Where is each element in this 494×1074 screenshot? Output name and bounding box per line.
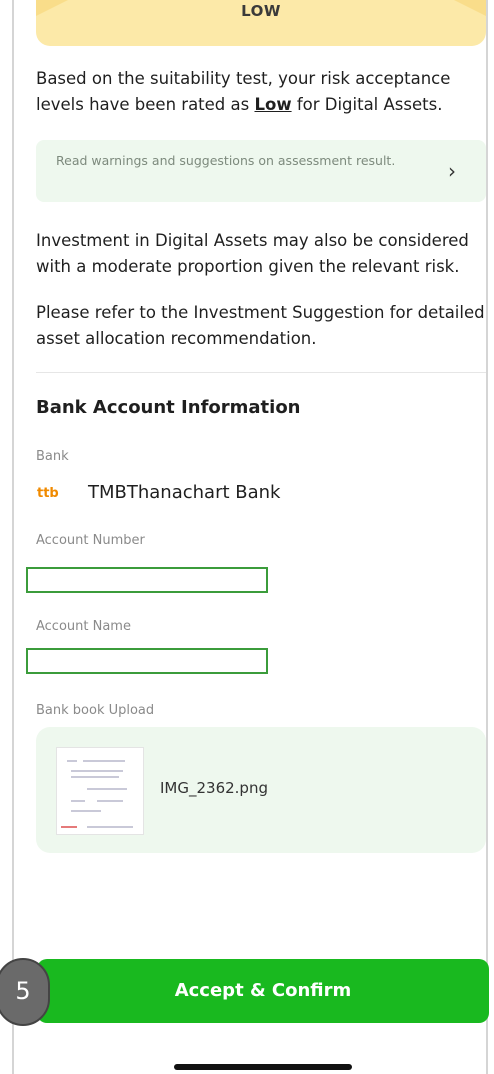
accept-confirm-button[interactable]: Accept & Confirm (37, 959, 489, 1023)
risk-level-label: LOW (241, 2, 281, 20)
screen-frame-left (12, 0, 14, 1074)
bank-section-title: Bank Account Information (36, 397, 301, 418)
chevron-right-icon: › (448, 159, 456, 183)
bank-label: Bank (36, 449, 69, 464)
bankbook-upload-label: Bank book Upload (36, 703, 155, 718)
step-number-badge: 5 (0, 958, 50, 1026)
screen-frame-right (486, 0, 488, 1074)
account-name-field[interactable] (26, 648, 268, 674)
investment-paragraph: Investment in Digital Assets may also be… (36, 231, 469, 276)
section-divider (36, 372, 486, 373)
account-number-label: Account Number (36, 533, 145, 548)
warnings-link[interactable]: Read warnings and suggestions on assessm… (36, 140, 486, 202)
warnings-link-text: Read warnings and suggestions on assessm… (56, 153, 396, 168)
risk-summary-suffix: for Digital Assets. (291, 95, 443, 114)
home-indicator[interactable] (174, 1064, 352, 1070)
bank-name: TMBThanachart Bank (88, 482, 281, 503)
risk-summary-level: Low (254, 95, 292, 114)
account-number-field[interactable] (26, 567, 268, 593)
refer-paragraph: Please refer to the Investment Suggestio… (36, 303, 485, 348)
bankbook-upload-card[interactable]: IMG_2362.png (36, 727, 486, 853)
risk-level-banner: LOW (36, 0, 486, 46)
risk-summary-text: Based on the suitability test, your risk… (36, 66, 486, 118)
upload-file-name: IMG_2362.png (160, 779, 268, 797)
bankbook-thumbnail (56, 747, 144, 835)
bank-logo-icon: ttb (37, 486, 59, 501)
account-name-label: Account Name (36, 619, 131, 634)
